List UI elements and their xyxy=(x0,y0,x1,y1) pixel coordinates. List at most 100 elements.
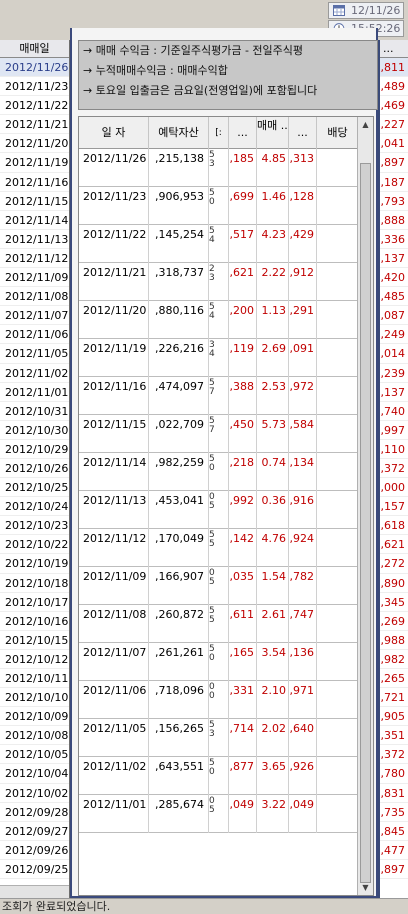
trade-date-row[interactable]: 2012/10/04 xyxy=(0,764,69,784)
trade-date-row[interactable]: 2012/10/25 xyxy=(0,478,69,498)
table-row[interactable]: 2012/11/07,261,261 5 0,165 3.54,136 xyxy=(79,643,359,681)
trade-date-row[interactable]: 2012/10/11 xyxy=(0,669,69,689)
cell-c3: ,640 xyxy=(289,719,317,757)
table-vertical-scrollbar[interactable]: ▲ ▼ xyxy=(357,117,373,895)
trade-date-row[interactable]: 2012/10/02 xyxy=(0,784,69,803)
trade-date-row[interactable]: 2012/09/26 xyxy=(0,841,69,860)
col-header-c3[interactable]: ... xyxy=(289,117,317,149)
cell-asset: ,880,116 xyxy=(149,301,209,339)
table-row[interactable]: 2012/11/21,318,737 2 3,621 2.22,912 xyxy=(79,263,359,301)
col-header-dividend[interactable]: 배당 xyxy=(317,117,359,149)
trade-date-row[interactable]: 2012/11/19 xyxy=(0,153,69,173)
cell-narrow: 5 0 xyxy=(209,187,229,225)
trade-date-row[interactable]: 2012/11/15 xyxy=(0,192,69,211)
cell-c1: ,621 xyxy=(229,263,257,301)
table-row[interactable]: 2012/11/20,880,116 5 4,200 1.13,291 xyxy=(79,301,359,339)
cell-c1: ,331 xyxy=(229,681,257,719)
trade-date-row[interactable]: 2012/10/23 xyxy=(0,516,69,536)
trade-date-row[interactable]: 2012/10/31 xyxy=(0,402,69,421)
trade-date-row[interactable]: 2012/10/16 xyxy=(0,612,69,631)
trade-date-row[interactable]: 2012/10/18 xyxy=(0,574,69,593)
cell-c3: ,091 xyxy=(289,339,317,377)
table-row[interactable]: 2012/11/19,226,216 3 4,119 2.69,091 xyxy=(79,339,359,377)
col-header-asset[interactable]: 예탁자산 xyxy=(149,117,209,149)
right-value-cell: ,988 xyxy=(380,631,408,650)
trade-date-row[interactable]: 2012/10/19 xyxy=(0,554,69,574)
trade-date-row[interactable]: 2012/11/01 xyxy=(0,383,69,402)
cell-narrow: 2 3 xyxy=(209,263,229,301)
table-row[interactable]: 2012/11/26,215,138 5 3,185 4.85,313 xyxy=(79,149,359,187)
trade-date-row[interactable]: 2012/09/25 xyxy=(0,860,69,880)
trade-date-row[interactable]: 2012/11/16 xyxy=(0,173,69,192)
trade-date-list[interactable]: 매매일 2012/11/26 2012/11/23 2012/11/22 2012/1… xyxy=(0,40,70,898)
col-header-date[interactable]: 일 자 xyxy=(79,117,149,149)
cell-c3: ,782 xyxy=(289,567,317,605)
right-value-cell: ,905 xyxy=(380,707,408,727)
cell-asset: ,474,097 xyxy=(149,377,209,415)
col-header-c2[interactable]: 매매 ... xyxy=(257,117,289,149)
table-row[interactable]: 2012/11/16,474,097 5 7,388 2.53,972 xyxy=(79,377,359,415)
trade-date-row[interactable]: 2012/10/26 xyxy=(0,459,69,479)
table-row[interactable]: 2012/11/13,453,041 0 5,992 0.36,916 xyxy=(79,491,359,529)
cell-c3: ,926 xyxy=(289,757,317,795)
cell-narrow: 5 0 xyxy=(209,643,229,681)
trade-date-row[interactable]: 2012/11/06 xyxy=(0,325,69,345)
trade-date-row[interactable]: 2012/10/09 xyxy=(0,707,69,727)
col-header-narrow[interactable]: [: xyxy=(209,117,229,149)
table-row[interactable]: 2012/11/22,145,254 5 4,517 4.23,429 xyxy=(79,225,359,263)
trade-date-row[interactable]: 2012/10/24 xyxy=(0,497,69,517)
trade-date-row[interactable]: 2012/10/10 xyxy=(0,688,69,708)
trade-date-row[interactable]: 2012/11/26 xyxy=(0,58,69,78)
trade-date-row[interactable]: 2012/11/02 xyxy=(0,364,69,383)
trade-date-row[interactable]: 2012/10/17 xyxy=(0,593,69,612)
right-column-header[interactable]: ... xyxy=(380,40,408,58)
table-row[interactable]: 2012/11/09,166,907 0 5,035 1.54,782 xyxy=(79,567,359,605)
profit-table: 일 자 예탁자산 [: ... 매매 ... ... 배당 2012/11/26… xyxy=(78,116,374,896)
trade-date-row[interactable]: 2012/11/09 xyxy=(0,268,69,288)
right-value-cell: ,227 xyxy=(380,115,408,135)
trade-date-row[interactable]: 2012/11/12 xyxy=(0,249,69,269)
scroll-up-arrow-icon[interactable]: ▲ xyxy=(360,119,371,130)
right-value-cell: ,811 xyxy=(380,58,408,78)
table-row[interactable]: 2012/11/06,718,096 0 0,331 2.10,971 xyxy=(79,681,359,719)
table-row[interactable]: 2012/11/15,022,709 5 7,450 5.73,584 xyxy=(79,415,359,453)
trade-date-row[interactable]: 2012/11/08 xyxy=(0,287,69,307)
cell-date: 2012/11/12 xyxy=(79,529,149,567)
trade-date-row[interactable]: 2012/10/15 xyxy=(0,631,69,650)
trade-date-row[interactable]: 2012/10/05 xyxy=(0,745,69,765)
table-row[interactable]: 2012/11/08,260,872 5 5,611 2.61,747 xyxy=(79,605,359,643)
trade-date-row[interactable]: 2012/11/07 xyxy=(0,306,69,326)
trade-date-row[interactable]: 2012/11/23 xyxy=(0,77,69,97)
trade-date-row[interactable]: 2012/11/13 xyxy=(0,230,69,249)
table-row[interactable]: 2012/11/12,170,049 5 5,142 4.76,924 xyxy=(79,529,359,567)
trade-date-row[interactable]: 2012/10/29 xyxy=(0,440,69,459)
trade-date-row[interactable]: 2012/10/30 xyxy=(0,421,69,440)
col-header-c1[interactable]: ... xyxy=(229,117,257,149)
table-row[interactable]: 2012/11/05,156,265 5 3,714 2.02,640 xyxy=(79,719,359,757)
table-row[interactable]: 2012/11/23,906,953 5 0,699 1.46,128 xyxy=(79,187,359,225)
scroll-thumb[interactable] xyxy=(360,163,371,883)
scroll-down-arrow-icon[interactable]: ▼ xyxy=(360,882,371,893)
right-value-cell: ,489 xyxy=(380,77,408,97)
trade-date-row[interactable]: 2012/09/27 xyxy=(0,822,69,841)
trade-date-row[interactable]: 2012/11/20 xyxy=(0,134,69,154)
trade-date-row[interactable]: 2012/11/21 xyxy=(0,115,69,135)
trade-date-row[interactable]: 2012/11/22 xyxy=(0,96,69,116)
trade-date-row[interactable]: 2012/10/08 xyxy=(0,726,69,746)
trade-date-row[interactable]: 2012/11/14 xyxy=(0,211,69,230)
trade-date-row[interactable]: 2012/11/05 xyxy=(0,344,69,364)
trade-date-row[interactable]: 2012/09/28 xyxy=(0,803,69,822)
cell-dividend xyxy=(317,567,359,605)
right-value-cell: ,345 xyxy=(380,593,408,612)
cell-c2: 3.22 xyxy=(257,795,289,833)
table-row[interactable]: 2012/11/14,982,259 5 0,218 0.74,134 xyxy=(79,453,359,491)
table-row[interactable]: 2012/11/01,285,674 0 5,049 3.22,049 xyxy=(79,795,359,833)
right-column-rows: ,811,489,469,227,041,897,187,793,888,336… xyxy=(380,58,408,880)
trade-date-row[interactable]: 2012/10/12 xyxy=(0,650,69,669)
right-value-cell: ,000 xyxy=(380,478,408,498)
left-horizontal-scrollbar[interactable] xyxy=(0,885,69,898)
right-value-cell: ,265 xyxy=(380,669,408,689)
trade-date-row[interactable]: 2012/10/22 xyxy=(0,535,69,555)
trade-date-header[interactable]: 매매일 xyxy=(0,40,69,58)
table-row[interactable]: 2012/11/02,643,551 5 0,877 3.65,926 xyxy=(79,757,359,795)
